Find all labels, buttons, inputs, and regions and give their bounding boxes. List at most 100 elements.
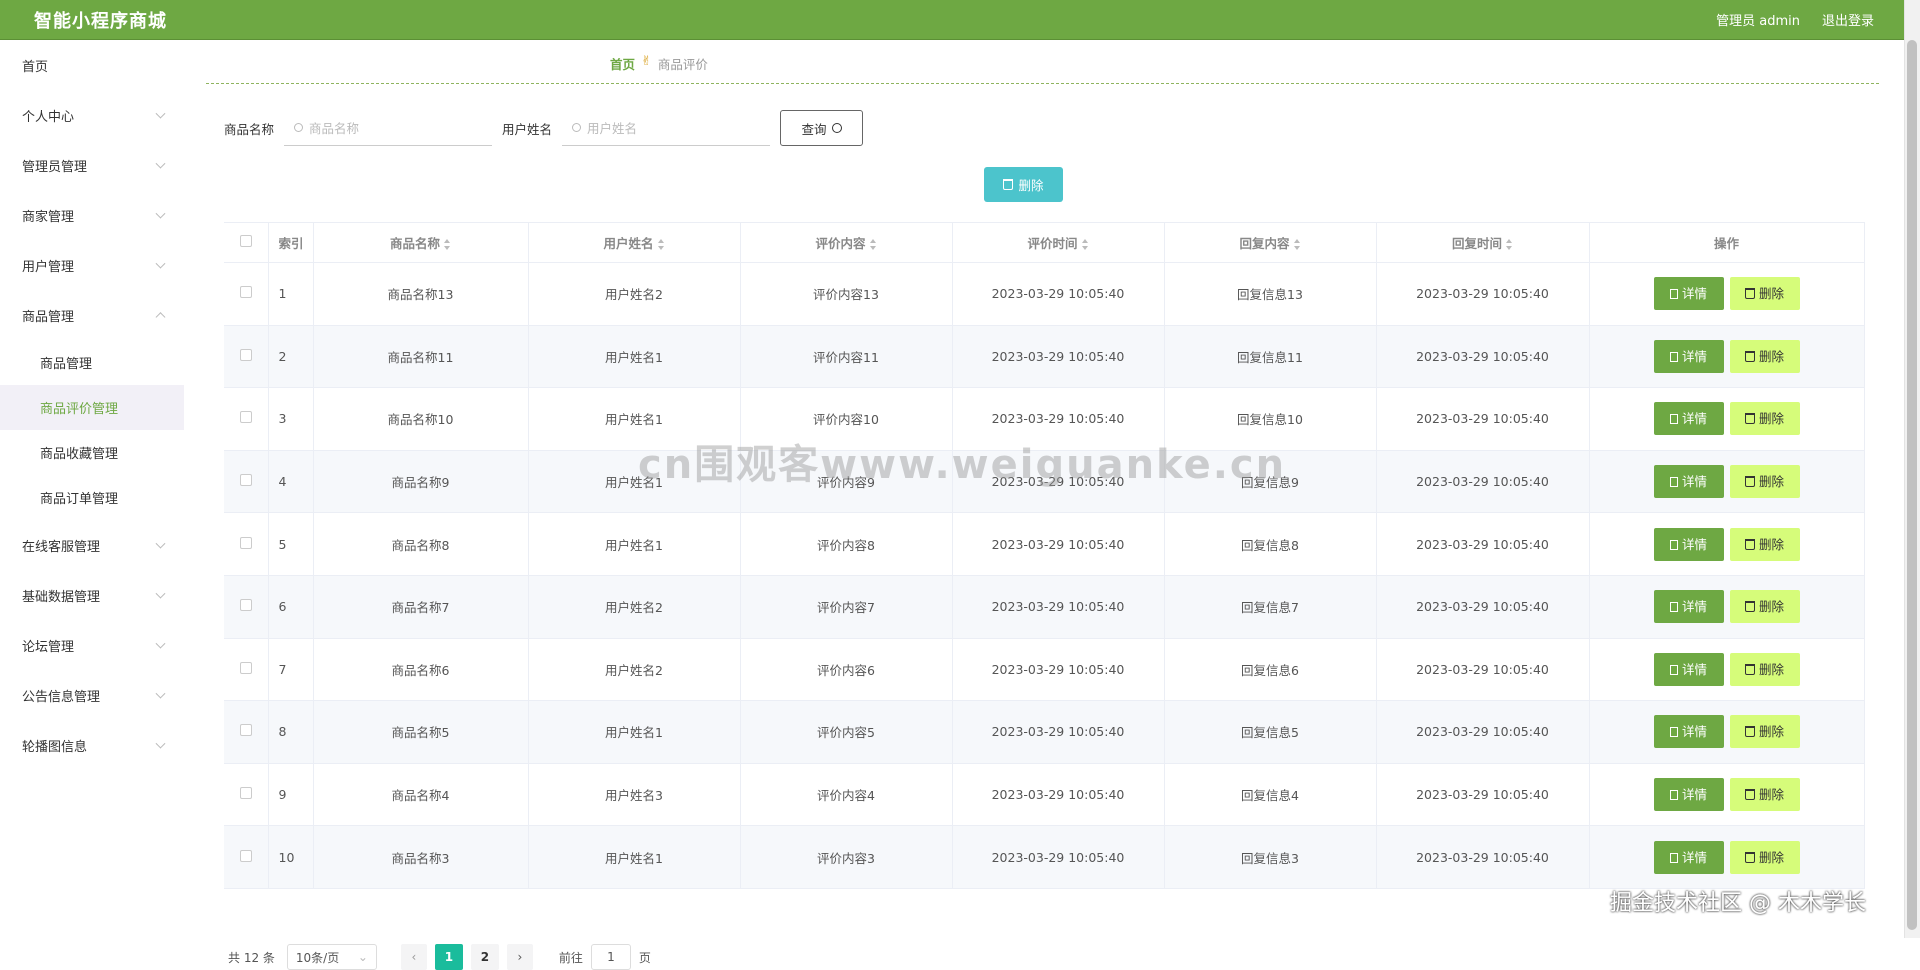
delete-button[interactable]: 删除: [1729, 778, 1800, 812]
detail-button[interactable]: 详情: [1653, 778, 1724, 812]
sidebar-item-after-1[interactable]: 基础数据管理: [0, 570, 184, 620]
table-row[interactable]: 5 商品名称8 用户姓名1 评价内容8 2023-03-29 10:05:40 回复信息8…: [224, 512, 1865, 576]
detail-button[interactable]: 详情: [1653, 339, 1724, 373]
page-size-select[interactable]: 10条/页 ⌄: [286, 944, 377, 970]
detail-button[interactable]: 详情: [1653, 840, 1724, 874]
sidebar-item-after-0[interactable]: 在线客服管理: [0, 520, 184, 570]
row-checkbox-cell[interactable]: [224, 450, 269, 514]
header-product[interactable]: 商品名称: [313, 222, 529, 263]
query-button[interactable]: 查询: [780, 110, 864, 146]
table-row[interactable]: 4 商品名称9 用户姓名1 评价内容9 2023-03-29 10:05:40 回复信息9…: [224, 450, 1865, 514]
sort-icon[interactable]: [869, 239, 877, 250]
row-checkbox-cell[interactable]: [224, 700, 269, 764]
table-row[interactable]: 8 商品名称5 用户姓名1 评价内容5 2023-03-29 10:05:40 回复信息5…: [224, 700, 1865, 764]
sidebar-item-after-4[interactable]: 轮播图信息: [0, 720, 184, 770]
row-checkbox-cell[interactable]: [224, 387, 269, 451]
delete-button[interactable]: 删除: [1729, 277, 1800, 311]
header-user[interactable]: 用户姓名: [528, 222, 741, 263]
admin-user-label[interactable]: 管理员 admin: [1716, 10, 1800, 29]
next-page-button[interactable]: ›: [506, 944, 533, 970]
header-reply-time[interactable]: 回复时间: [1376, 222, 1590, 263]
sidebar-item-3[interactable]: 商家管理: [0, 190, 184, 240]
sidebar-item-after-3[interactable]: 公告信息管理: [0, 670, 184, 720]
table-row[interactable]: 6 商品名称7 用户姓名2 评价内容7 2023-03-29 10:05:40 回复信息7…: [224, 575, 1865, 639]
detail-button[interactable]: 详情: [1653, 715, 1724, 749]
page-1-button[interactable]: 1: [434, 944, 463, 970]
detail-button[interactable]: 详情: [1653, 465, 1724, 499]
delete-button[interactable]: 删除: [1729, 715, 1800, 749]
delete-button[interactable]: 删除: [1729, 527, 1800, 561]
sidebar-subitem-3[interactable]: 商品订单管理: [0, 475, 184, 520]
row-checkbox[interactable]: [239, 849, 252, 862]
row-checkbox-cell[interactable]: [224, 638, 269, 702]
row-checkbox-cell[interactable]: [224, 325, 269, 389]
row-checkbox[interactable]: [239, 411, 252, 424]
detail-button[interactable]: 详情: [1653, 277, 1724, 311]
delete-button[interactable]: 删除: [1729, 840, 1800, 874]
header-reply[interactable]: 回复内容: [1164, 222, 1377, 263]
user-name-input[interactable]: 用户姓名: [562, 110, 771, 146]
sidebar-item-1[interactable]: 个人中心: [0, 90, 184, 140]
page-scrollbar[interactable]: [1904, 0, 1920, 938]
sort-icon[interactable]: [1293, 239, 1301, 250]
sidebar-item-2[interactable]: 管理员管理: [0, 140, 184, 190]
delete-button[interactable]: 删除: [1729, 339, 1800, 373]
row-checkbox-cell[interactable]: [224, 575, 269, 639]
row-checkbox-cell[interactable]: [224, 825, 269, 889]
row-checkbox-cell[interactable]: [224, 512, 269, 576]
delete-button[interactable]: 删除: [1729, 652, 1800, 686]
detail-button-label: 详情: [1681, 599, 1707, 615]
breadcrumb-home[interactable]: 首页: [610, 54, 635, 73]
detail-button[interactable]: 详情: [1653, 590, 1724, 624]
delete-button[interactable]: 删除: [1729, 590, 1800, 624]
table-row[interactable]: 10 商品名称3 用户姓名1 评价内容3 2023-03-29 10:05:40 回复信息…: [224, 825, 1865, 889]
delete-button[interactable]: 删除: [1729, 402, 1800, 436]
sort-icon[interactable]: [1081, 239, 1089, 250]
row-checkbox[interactable]: [239, 661, 252, 674]
reply-time-cell: 2023-03-29 10:05:40: [1376, 700, 1590, 764]
row-checkbox[interactable]: [239, 474, 252, 487]
sort-icon[interactable]: [1506, 239, 1513, 250]
sidebar-subitem-1[interactable]: 商品评价管理: [0, 385, 184, 430]
sidebar-item-4[interactable]: 用户管理: [0, 240, 184, 290]
sidebar-subitem-0[interactable]: 商品管理: [0, 340, 184, 385]
row-checkbox-cell[interactable]: [224, 763, 269, 827]
sidebar-subitem-2[interactable]: 商品收藏管理: [0, 430, 184, 475]
table-row[interactable]: 1 商品名称13 用户姓名2 评价内容13 2023-03-29 10:05:40 回复信…: [224, 262, 1865, 326]
table-row[interactable]: 2 商品名称11 用户姓名1 评价内容11 2023-03-29 10:05:40 回复信…: [224, 325, 1865, 389]
table-row[interactable]: 3 商品名称10 用户姓名1 评价内容10 2023-03-29 10:05:40 回复信…: [224, 387, 1865, 451]
row-checkbox[interactable]: [239, 724, 252, 737]
delete-button-label: 删除: [1758, 286, 1784, 302]
table-row[interactable]: 7 商品名称6 用户姓名2 评价内容6 2023-03-29 10:05:40 回复信息6…: [224, 638, 1865, 702]
select-all-checkbox-cell[interactable]: [224, 222, 269, 263]
scrollbar-thumb[interactable]: [1907, 40, 1917, 930]
detail-button[interactable]: 详情: [1653, 402, 1724, 436]
header-time[interactable]: 评价时间: [952, 222, 1165, 263]
prev-page-button[interactable]: ‹: [400, 944, 427, 970]
batch-delete-button[interactable]: 删除: [984, 167, 1063, 202]
sidebar-item-5[interactable]: 商品管理: [0, 290, 184, 340]
page-2-button[interactable]: 2: [470, 944, 499, 970]
sort-icon[interactable]: [657, 239, 665, 250]
time-cell: 2023-03-29 10:05:40: [952, 700, 1165, 764]
row-checkbox[interactable]: [239, 536, 252, 549]
sidebar-item-0[interactable]: 首页: [0, 40, 184, 90]
delete-button[interactable]: 删除: [1729, 465, 1800, 499]
sort-icon[interactable]: [444, 239, 451, 250]
goto-page-input[interactable]: 1: [590, 944, 631, 970]
select-all-checkbox[interactable]: [239, 235, 252, 247]
detail-button[interactable]: 详情: [1653, 527, 1724, 561]
row-checkbox[interactable]: [239, 599, 252, 612]
header-content[interactable]: 评价内容: [740, 222, 953, 263]
row-checkbox[interactable]: [239, 348, 252, 361]
sidebar-subitem-1-label: 商品评价管理: [40, 402, 119, 417]
sidebar-item-after-2[interactable]: 论坛管理: [0, 620, 184, 670]
table-row[interactable]: 9 商品名称4 用户姓名3 评价内容4 2023-03-29 10:05:40 回复信息4…: [224, 763, 1865, 827]
row-checkbox[interactable]: [239, 787, 252, 800]
detail-button[interactable]: 详情: [1653, 652, 1724, 686]
user-cell: 用户姓名1: [528, 825, 741, 889]
logout-link[interactable]: 退出登录: [1822, 10, 1874, 29]
product-name-input[interactable]: 商品名称: [284, 110, 493, 146]
row-checkbox-cell[interactable]: [224, 262, 269, 326]
row-checkbox[interactable]: [239, 286, 252, 299]
